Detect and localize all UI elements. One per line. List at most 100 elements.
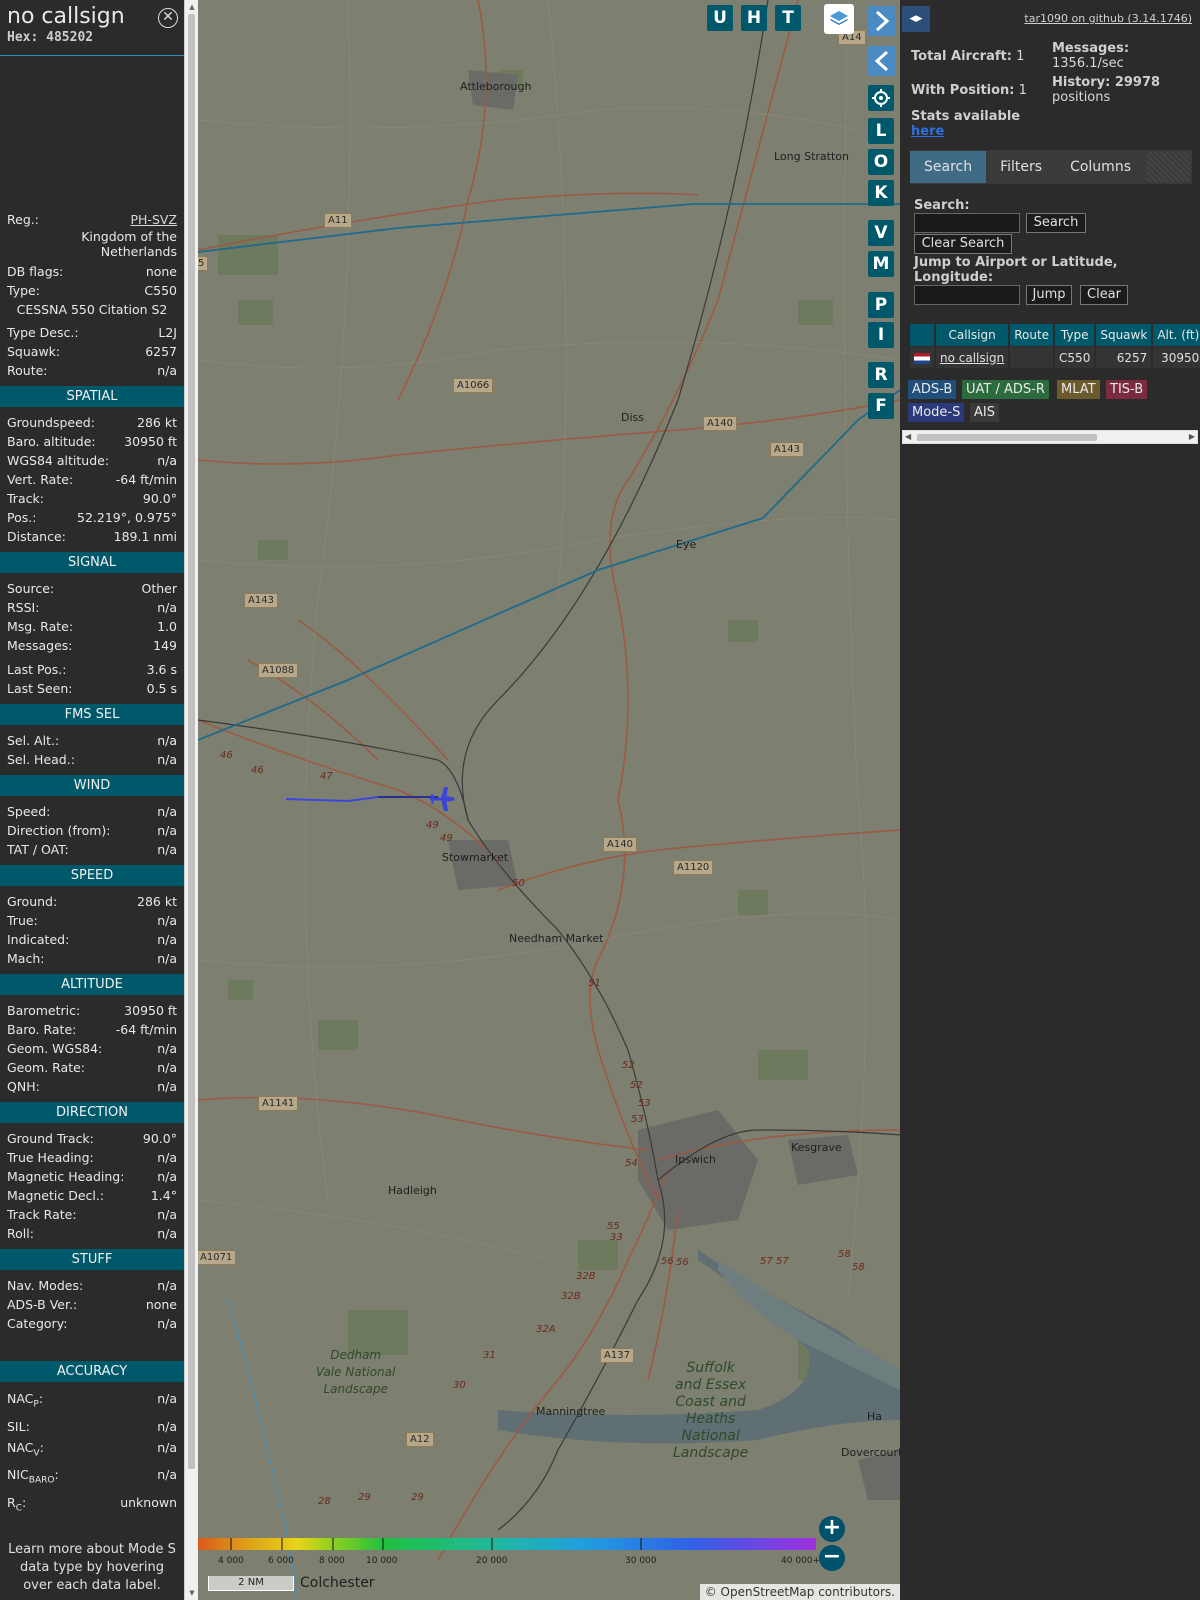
column-header-type[interactable]: Type — [1055, 324, 1095, 346]
map-button-r[interactable]: R — [868, 362, 894, 388]
info-value: none — [145, 264, 177, 279]
info-value: n/a — [157, 913, 177, 928]
map-park-label-line: Dedham — [330, 1348, 382, 1362]
tab-filters[interactable]: Filters — [986, 151, 1056, 183]
map-button-k[interactable]: K — [868, 180, 894, 206]
info-row: Sel. Head.: n/a — [0, 750, 184, 769]
info-panel-scrollbar[interactable]: ▲ ▼ — [184, 0, 198, 1600]
aircraft-table: Callsign Route Type Squawk Alt. (ft) S n… — [908, 324, 1200, 368]
column-header-callsign[interactable]: Callsign — [936, 324, 1009, 346]
map-town-label: Attleborough — [460, 80, 532, 93]
zoom-in-icon[interactable]: + — [819, 1516, 845, 1542]
map-junction-label: 32B — [561, 1291, 581, 1302]
tab-columns[interactable]: Columns — [1056, 151, 1145, 183]
map-road-label: A12 — [406, 1432, 434, 1447]
table-horizontal-scrollbar[interactable]: ◀ ▶ — [902, 430, 1198, 444]
search-button[interactable]: Search — [1026, 213, 1086, 233]
history-unit: positions — [1052, 90, 1111, 105]
info-value: n/a — [157, 1226, 177, 1241]
info-value: n/a — [157, 1079, 177, 1094]
stats-here-link[interactable]: here — [911, 124, 944, 139]
info-row: Category: n/a — [0, 1314, 184, 1333]
info-label: Track Rate: — [7, 1207, 77, 1222]
chevron-right-icon[interactable] — [868, 6, 896, 36]
registration-link[interactable]: PH-SVZ — [131, 210, 178, 229]
map-junction-label: 46 — [251, 765, 264, 776]
altitude-scale-label: 10 000 — [366, 1556, 398, 1566]
version-link[interactable]: tar1090 on github (3.14.1746) — [1024, 12, 1192, 25]
info-label: Category: — [7, 1316, 68, 1331]
info-row: Source: Other — [0, 579, 184, 598]
map-town-label: Eye — [676, 538, 697, 551]
zoom-out-icon[interactable]: − — [819, 1545, 845, 1571]
jump-input[interactable] — [914, 285, 1020, 305]
info-label: Mach: — [7, 951, 45, 966]
info-label: Direction (from): — [7, 823, 111, 838]
info-value: n/a — [157, 733, 177, 748]
column-header-route[interactable]: Route — [1010, 324, 1054, 346]
info-value: n/a — [157, 1278, 177, 1293]
tab-search[interactable]: Search — [910, 151, 987, 183]
source-badge-tisb: TIS-B — [1106, 380, 1148, 399]
map-junction-label: 58 — [852, 1262, 865, 1273]
info-label: NACP: — [7, 1391, 44, 1410]
map-button-v[interactable]: V — [868, 220, 894, 246]
info-row: NACV: n/a — [0, 1437, 184, 1465]
map-button-l[interactable]: L — [868, 118, 894, 144]
gear-icon[interactable] — [868, 85, 894, 111]
map-road-label: A140 — [603, 837, 637, 852]
map-park-label-line: Landscape — [323, 1382, 388, 1396]
info-label-sub: C — [15, 1503, 22, 1513]
column-header-flag[interactable] — [910, 324, 934, 346]
table-row[interactable]: no callsign C550 6257 30950 — [910, 346, 1200, 368]
info-label: Ground: — [7, 894, 58, 909]
search-label: Search: — [914, 198, 970, 213]
source-badge-modes: Mode-S — [908, 403, 965, 422]
info-value: 30950 ft — [124, 434, 177, 449]
cell-altitude: 30950 — [1153, 346, 1200, 368]
map-button-u[interactable]: U — [707, 5, 733, 31]
info-label: ADS-B Ver.: — [7, 1297, 78, 1312]
callsign-link[interactable]: no callsign — [940, 351, 1004, 365]
map-button-h[interactable]: H — [741, 5, 767, 31]
clear-search-button[interactable]: Clear Search — [914, 234, 1012, 254]
map-button-o[interactable]: O — [868, 149, 894, 175]
info-label: Roll: — [7, 1226, 34, 1241]
toggle-sidebar-icon[interactable]: ◂▸ — [902, 6, 930, 32]
info-row: Roll: n/a — [0, 1224, 184, 1243]
map-road-label: A137 — [600, 1348, 634, 1363]
aircraft-info-panel: no callsign Hex: 485202 ✕ Reg.: PH-SVZ K… — [0, 0, 184, 1600]
clear-button[interactable]: Clear — [1080, 285, 1128, 305]
map-button-m[interactable]: M — [868, 251, 894, 277]
info-value: 286 kt — [137, 894, 177, 909]
info-label: Nav. Modes: — [7, 1278, 84, 1293]
jump-button[interactable]: Jump — [1026, 285, 1072, 305]
map-road-label: A143 — [244, 593, 278, 608]
column-header-altitude[interactable]: Alt. (ft) — [1153, 324, 1200, 346]
info-label: Sel. Alt.: — [7, 733, 60, 748]
map-junction-label: 56 — [661, 1256, 674, 1267]
info-label: DB flags: — [7, 264, 64, 279]
info-label-sub: V — [33, 1448, 40, 1458]
map-button-p[interactable]: P — [868, 292, 894, 318]
info-value: n/a — [157, 1439, 177, 1455]
map-town-label: Ipswich — [675, 1153, 717, 1166]
map-button-f[interactable]: F — [868, 393, 894, 419]
close-icon[interactable]: ✕ — [158, 8, 178, 28]
layers-icon[interactable] — [824, 4, 854, 34]
info-label: Magnetic Heading: — [7, 1169, 125, 1184]
map-view[interactable]: Attleborough Long Stratton Diss Eye Stowmark… — [198, 0, 900, 1600]
info-value: n/a — [157, 932, 177, 947]
column-header-squawk[interactable]: Squawk — [1096, 324, 1152, 346]
search-input[interactable] — [914, 213, 1020, 233]
info-row: Ground Track: 90.0° — [0, 1129, 184, 1148]
map-button-t[interactable]: T — [775, 5, 801, 31]
info-value: n/a — [157, 1169, 177, 1184]
map-button-i[interactable]: I — [868, 322, 894, 348]
map-scale-bar: 2 NM — [208, 1576, 294, 1591]
chevron-left-icon[interactable] — [868, 46, 896, 76]
map-town-label: Needham Market — [509, 932, 604, 945]
map-junction-label: 58 — [838, 1249, 851, 1260]
info-label: SIL: — [7, 1416, 30, 1437]
info-label-sub: BARO — [28, 1475, 55, 1486]
